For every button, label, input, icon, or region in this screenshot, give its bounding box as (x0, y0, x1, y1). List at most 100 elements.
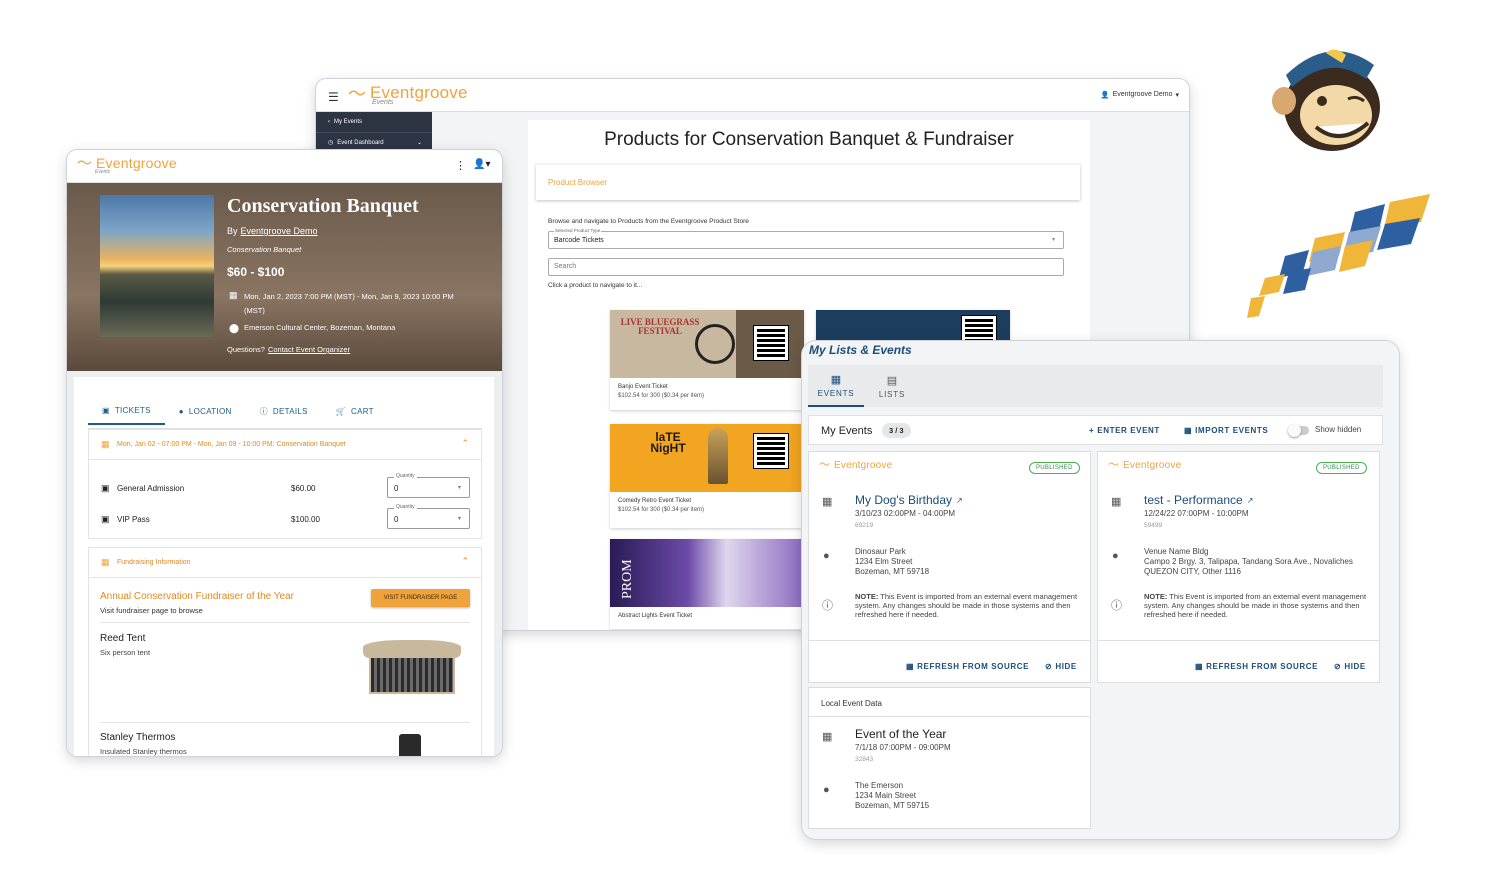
fundraising-section: ▦ Fundraising Information ⌃ Annual Conse… (88, 547, 482, 756)
questions-label: Questions? (227, 345, 265, 354)
visit-fundraiser-button[interactable]: VISIT FUNDRAISER PAGE (371, 589, 470, 607)
product-card[interactable]: laTE NigHT Comedy Retro Event Ticket $10… (610, 424, 804, 528)
ticket-art: LIVE BLUEGRASS FESTIVAL (610, 310, 804, 378)
calendar-icon: ▦ (1111, 496, 1122, 508)
events-toolbar: My Events 3 / 3 + ENTER EVENT ▦ IMPORT EVE… (808, 415, 1383, 445)
tab-label: DETAILS (272, 406, 308, 416)
tab-location[interactable]: ● LOCATION (165, 397, 246, 425)
ticket-art: PROM (610, 539, 804, 607)
ticket-art-text: laTE NigHT (650, 430, 686, 455)
note-label: NOTE: (855, 592, 879, 601)
event-address: The Emerson 1234 Main Street Bozeman, MT… (855, 781, 929, 811)
product-name: Banjo Event Ticket (618, 384, 668, 390)
show-hidden-label: Show hidden (1315, 425, 1362, 434)
wave-icon: 〜 (1108, 459, 1119, 471)
status-badge: PUBLISHED (1316, 462, 1367, 474)
event-title-link[interactable]: My Dog's Birthday ↗ (855, 493, 963, 507)
search-input[interactable]: Search (548, 258, 1064, 276)
tab-events[interactable]: ▦ EVENTS (808, 365, 864, 407)
event-venue: Emerson Cultural Center, Bozeman, Montan… (244, 323, 396, 332)
brand-logo: 〜 Eventgroove (348, 83, 468, 103)
cart-icon: 🛒 (335, 406, 347, 416)
quantity-select[interactable]: Quantity 0 ▾ (387, 473, 470, 498)
divider (1098, 640, 1379, 641)
location-pin-icon: ⬤ (229, 323, 240, 333)
import-events-button[interactable]: ▦ IMPORT EVENTS (1184, 426, 1268, 435)
external-link-icon: ↗ (956, 495, 963, 505)
event-id: 69219 (855, 522, 874, 529)
brand-name: Eventgroove (834, 460, 893, 471)
organizer-link[interactable]: Eventgroove Demo (241, 226, 318, 236)
product-card[interactable]: PROM Abstract Lights Event Ticket (610, 539, 804, 629)
thermos-image (399, 734, 421, 756)
content-card: ▣ TICKETS ● LOCATION ⓘ DETAILS 🛒 CART ▦ Mon,… (74, 377, 494, 756)
wave-icon: 〜 (819, 459, 830, 471)
account-icon[interactable]: 👤▾ (473, 159, 490, 170)
event-id: 32843 (855, 756, 874, 763)
quantity-label: Quantity (394, 504, 417, 510)
tab-details[interactable]: ⓘ DETAILS (246, 397, 322, 425)
info-icon: ⓘ (1111, 600, 1122, 612)
brand-logo: 〜 Eventgroove (819, 459, 893, 472)
tent-image (359, 636, 465, 700)
calendar-clock-icon: ▦ (830, 373, 842, 386)
note-text: This Event is imported from an external … (1144, 592, 1367, 619)
enter-event-button[interactable]: + ENTER EVENT (1089, 426, 1160, 435)
show-hidden-toggle[interactable] (1288, 424, 1309, 437)
local-event-card: Local Event Data ▦ Event of the Year 7/1… (808, 687, 1091, 829)
contact-link[interactable]: Contact Event Organizer (268, 345, 350, 354)
nav-event-dashboard[interactable]: ◷ Event Dashboard ⌄ (316, 132, 432, 152)
hide-button[interactable]: ⊘ HIDE (1334, 662, 1366, 671)
event-title-link[interactable]: test - Performance ↗ (1144, 493, 1253, 507)
tab-lists[interactable]: ▤ LISTS (864, 365, 920, 407)
address-line: The Emerson (855, 781, 904, 790)
hamburger-menu-icon[interactable]: ☰ (328, 90, 339, 104)
ticket-icon: ▣ (102, 405, 110, 415)
event-tabs: ▣ TICKETS ● LOCATION ⓘ DETAILS 🛒 CART (88, 397, 388, 425)
hide-button[interactable]: ⊘ HIDE (1045, 662, 1077, 671)
brand-sub: Events (95, 169, 111, 175)
ticket-icon: ▣ (101, 514, 110, 524)
product-card[interactable] (816, 310, 1010, 344)
location-pin-icon: ● (178, 406, 184, 416)
eye-off-icon: ⊘ (1334, 662, 1342, 671)
ticket-price: $60.00 (291, 484, 316, 493)
address-line: Venue Name Bldg (1144, 547, 1209, 556)
brand-sub: Events (372, 99, 394, 106)
button-label: ENTER EVENT (1097, 426, 1160, 435)
calendar-import-icon: ▦ (1184, 426, 1193, 435)
info-icon: ⓘ (822, 600, 833, 612)
event-organizer-line: By Eventgroove Demo (227, 226, 318, 236)
select-label: Selected Product Type (554, 228, 602, 233)
event-time: 3/10/23 02:00PM - 04:00PM (855, 509, 956, 518)
product-card[interactable]: LIVE BLUEGRASS FESTIVAL Banjo Event Tick… (610, 310, 804, 410)
user-icon: 👤 (1100, 92, 1110, 99)
page-title: My Lists & Events (809, 343, 912, 357)
partner-logo (1245, 192, 1435, 322)
wave-icon: 〜 (348, 84, 366, 104)
ticket-art (816, 310, 1010, 344)
event-page-window: 〜 Eventgroove Events ⋮ 👤▾ Conservation B… (67, 150, 502, 756)
browser-intro: Browse and navigate to Products from the… (548, 218, 749, 225)
refresh-from-source-button[interactable]: ▦ REFRESH FROM SOURCE (1195, 662, 1318, 671)
session-header[interactable]: ▦ Mon, Jan 02 - 07:00 PM - Mon, Jan 09 -… (89, 430, 481, 460)
product-type-select[interactable]: Selected Product Type Barcode Tickets ▾ (548, 228, 1064, 249)
quantity-select[interactable]: Quantity 0 ▾ (387, 504, 470, 529)
event-card: 〜 Eventgroove PUBLISHED ▦ test - Perform… (1097, 451, 1380, 683)
tab-cart[interactable]: 🛒 CART (322, 397, 388, 425)
tab-label: LISTS (878, 389, 906, 399)
nav-my-events[interactable]: ‹ My Events (316, 112, 432, 132)
qr-code-icon (753, 325, 789, 361)
ticket-name: VIP Pass (117, 515, 150, 524)
tab-tickets[interactable]: ▣ TICKETS (88, 397, 165, 425)
price-range: $60 - $100 (227, 265, 285, 279)
fundraising-header[interactable]: ▦ Fundraising Information ⌃ (89, 548, 481, 578)
event-title: My Dog's Birthday (855, 493, 952, 507)
button-label: HIDE (1055, 662, 1077, 671)
user-menu[interactable]: 👤 Eventgroove Demo ▾ (1101, 91, 1179, 99)
event-time: 7/1/18 07:00PM - 09:00PM (855, 743, 951, 752)
more-vert-icon[interactable]: ⋮ (455, 159, 466, 172)
calendar-icon: ▦ (229, 290, 238, 300)
ticket-name: General Admission (117, 484, 185, 493)
refresh-from-source-button[interactable]: ▦ REFRESH FROM SOURCE (906, 662, 1029, 671)
